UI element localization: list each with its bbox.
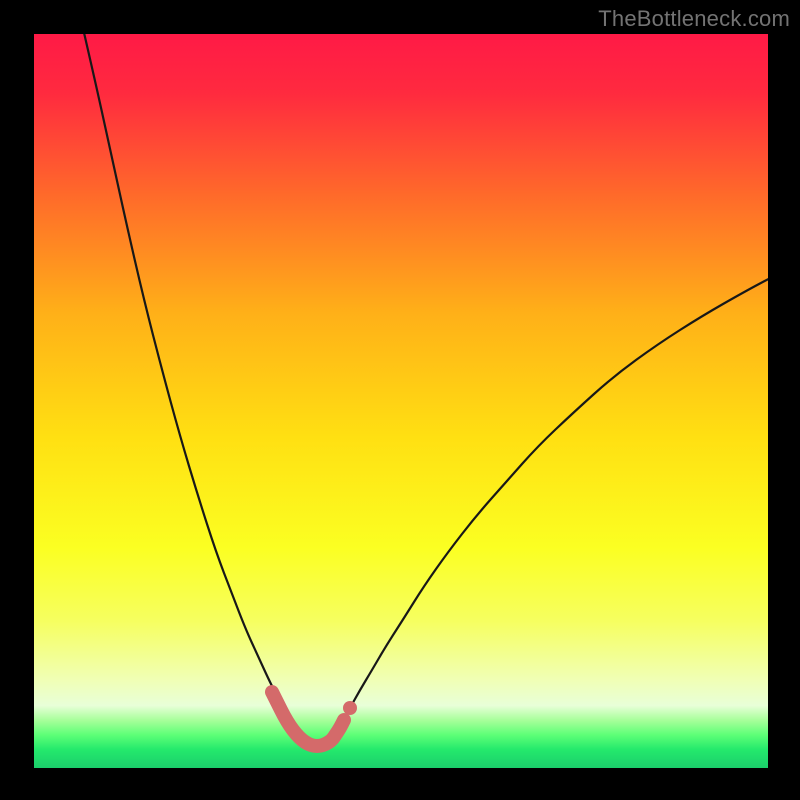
valley-dot	[343, 701, 357, 715]
watermark-text: TheBottleneck.com	[598, 6, 790, 32]
gradient-background	[34, 34, 768, 768]
chart-frame: TheBottleneck.com	[0, 0, 800, 800]
plot-area	[34, 34, 768, 768]
chart-svg	[34, 34, 768, 768]
